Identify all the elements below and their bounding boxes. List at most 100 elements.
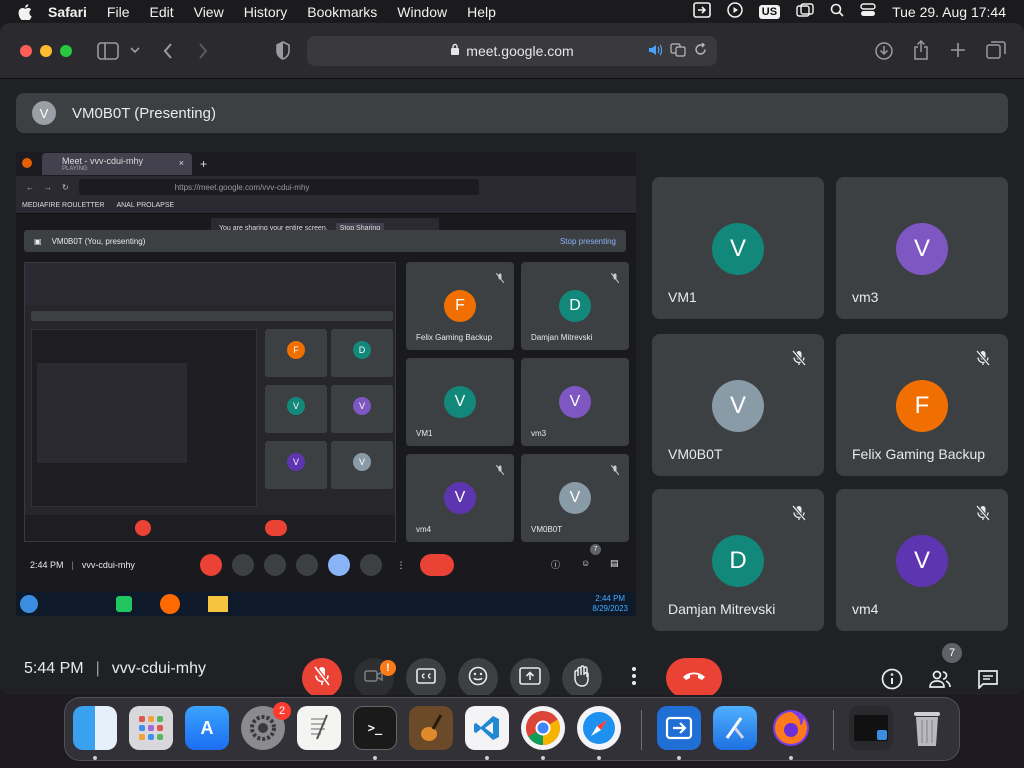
chat-button[interactable] (974, 665, 1002, 693)
new-tab-icon[interactable] (950, 42, 966, 58)
apple-logo-icon[interactable] (18, 3, 34, 20)
presenter-title: VM0B0T (Presenting) (72, 104, 216, 122)
emoji-icon (468, 666, 488, 691)
shared-tile-muted-icon (495, 462, 505, 480)
shared-meeting-time: 2:44 PM (30, 560, 64, 570)
window-icon[interactable] (796, 3, 814, 20)
screen-sharing-icon[interactable] (692, 2, 711, 21)
forward-icon[interactable] (197, 42, 209, 60)
raise-hand-button[interactable] (562, 658, 602, 695)
chevron-down-icon[interactable] (129, 45, 141, 55)
reactions-button[interactable] (458, 658, 498, 695)
participant-tile[interactable]: V vm3 (836, 177, 1008, 319)
translate-icon[interactable] (670, 42, 686, 60)
meeting-info-button[interactable] (878, 665, 906, 693)
settings-badge: 2 (273, 702, 291, 720)
back-icon[interactable] (162, 42, 174, 60)
participant-name: VM0B0T (668, 446, 723, 462)
screen-sharing-app-icon[interactable] (657, 706, 701, 750)
participant-tile[interactable]: V VM1 (652, 177, 824, 319)
participant-tile[interactable]: V vm4 (836, 489, 1008, 631)
minimize-window-button[interactable] (40, 44, 52, 57)
meet-page: V VM0B0T (Presenting) Meet - vvv-cdui-mh… (0, 80, 1024, 695)
shared-presenting-label: VM0B0T (You, presenting) (51, 236, 146, 246)
shared-tile-avatar: V (559, 386, 591, 418)
minimized-window-icon[interactable] (849, 706, 893, 750)
close-window-button[interactable] (20, 44, 32, 57)
vscode-icon[interactable] (465, 706, 509, 750)
tab-overview-icon[interactable] (986, 41, 1006, 59)
control-center-icon[interactable] (860, 3, 876, 20)
safari-toolbar: meet.google.com (0, 23, 1024, 79)
info-icon (881, 668, 903, 690)
shared-tile-name: vm3 (531, 429, 547, 438)
address-bar[interactable]: meet.google.com (307, 36, 717, 66)
participant-tile[interactable]: V VM0B0T (652, 334, 824, 476)
xcode-icon[interactable] (713, 706, 757, 750)
zoom-window-button[interactable] (60, 44, 72, 57)
meeting-details: 5:44 PM | vvv-cdui-mhy (24, 660, 206, 677)
menu-history[interactable]: History (244, 4, 288, 20)
shared-tile: V VM1 (406, 358, 514, 446)
nested-controls (25, 515, 395, 541)
nested-deeper-content (37, 363, 187, 463)
nested-presenting-bar (31, 311, 393, 321)
reload-icon[interactable] (694, 42, 707, 59)
menu-view[interactable]: View (194, 4, 224, 20)
shared-tile: V vm4 (406, 454, 514, 542)
textedit-icon[interactable] (297, 706, 341, 750)
menu-help[interactable]: Help (467, 4, 496, 20)
shared-stop-presenting: Stop presenting (559, 236, 616, 246)
input-source-badge[interactable]: US (758, 4, 781, 19)
shared-new-tab-icon: + (200, 157, 208, 171)
participant-tile[interactable]: D Damjan Mitrevski (652, 489, 824, 631)
spotlight-search-icon[interactable] (830, 3, 844, 20)
menu-edit[interactable]: Edit (149, 4, 173, 20)
garageband-icon[interactable] (409, 706, 453, 750)
sidebar-icon[interactable] (97, 42, 119, 60)
privacy-shield-icon[interactable] (275, 41, 291, 61)
camera-warning-badge: ! (380, 660, 396, 676)
address-url: meet.google.com (466, 43, 574, 59)
launchpad-icon[interactable] (129, 706, 173, 750)
shared-mic-off-icon (200, 554, 222, 576)
captions-button[interactable] (406, 658, 446, 695)
app-store-icon[interactable]: A (185, 706, 229, 750)
microphone-toggle-button[interactable] (302, 658, 342, 695)
menu-app-name[interactable]: Safari (48, 4, 87, 20)
shared-present-icon: ▣ (34, 236, 42, 246)
shared-tile-muted-icon (610, 462, 620, 480)
menu-bookmarks[interactable]: Bookmarks (307, 4, 377, 20)
firefox-dock-icon[interactable] (769, 706, 813, 750)
menu-file[interactable]: File (107, 4, 130, 20)
shared-forward-icon: → (44, 182, 52, 192)
shared-tile-name: vm4 (416, 525, 432, 534)
participant-tile[interactable]: F Felix Gaming Backup (836, 334, 1008, 476)
chrome-icon[interactable] (521, 706, 565, 750)
menu-window[interactable]: Window (397, 4, 447, 20)
shared-tile-avatar: V (444, 386, 476, 418)
shared-screen[interactable]: Meet - vvv-cdui-mhy PLAYING × + ← → ↻ ht… (16, 152, 636, 616)
present-now-button[interactable] (510, 658, 550, 695)
menu-clock[interactable]: Tue 29. Aug 17:44 (892, 4, 1006, 20)
shared-tile: F Felix Gaming Backup (406, 262, 514, 350)
terminal-icon[interactable]: >_ (353, 706, 397, 750)
play-icon[interactable] (727, 2, 743, 21)
shared-tile-muted-icon (610, 270, 620, 288)
people-button[interactable] (926, 665, 954, 693)
shared-tile-name: VM1 (416, 429, 433, 438)
leave-call-button[interactable] (666, 658, 722, 695)
safari-icon[interactable] (577, 706, 621, 750)
windows-start-icon (20, 595, 38, 613)
shared-url-bar: https://meet.google.com/vvv-cdui-mhy (78, 179, 479, 195)
finder-icon[interactable] (73, 706, 117, 750)
shared-tile-muted-icon (495, 270, 505, 288)
firefox-icon (22, 158, 32, 168)
share-icon[interactable] (913, 40, 929, 60)
shared-people-count: 7 (590, 544, 601, 555)
audio-playing-icon[interactable] (648, 43, 663, 59)
more-options-button[interactable] (614, 658, 654, 695)
downloads-icon[interactable] (875, 42, 893, 60)
mic-off-icon (975, 350, 991, 371)
trash-icon[interactable] (905, 706, 949, 750)
